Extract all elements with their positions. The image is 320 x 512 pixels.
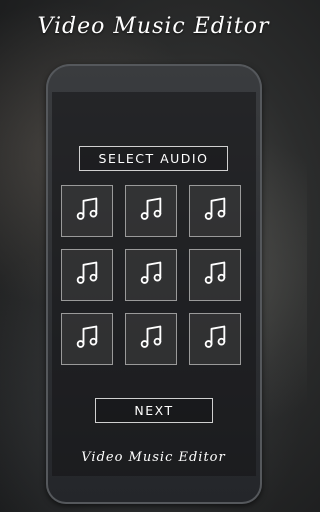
- app-title: Video Music Editor: [37, 14, 270, 39]
- audio-slot[interactable]: [125, 185, 177, 237]
- audio-slot[interactable]: [189, 313, 241, 365]
- audio-slot[interactable]: [125, 249, 177, 301]
- select-audio-button[interactable]: SELECT AUDIO: [79, 146, 228, 171]
- audio-slot[interactable]: [61, 249, 113, 301]
- audio-slot[interactable]: [61, 313, 113, 365]
- next-button[interactable]: NEXT: [95, 398, 213, 423]
- music-note-icon: [137, 195, 165, 227]
- music-note-icon: [137, 323, 165, 355]
- music-note-icon: [201, 259, 229, 291]
- audio-slot[interactable]: [189, 185, 241, 237]
- audio-slot[interactable]: [125, 313, 177, 365]
- audio-slot[interactable]: [61, 185, 113, 237]
- music-note-icon: [73, 195, 101, 227]
- music-note-icon: [201, 195, 229, 227]
- music-note-icon: [137, 259, 165, 291]
- audio-slot[interactable]: [189, 249, 241, 301]
- music-note-icon: [201, 323, 229, 355]
- music-note-icon: [73, 323, 101, 355]
- music-note-icon: [73, 259, 101, 291]
- footer-title: Video Music Editor: [81, 450, 226, 465]
